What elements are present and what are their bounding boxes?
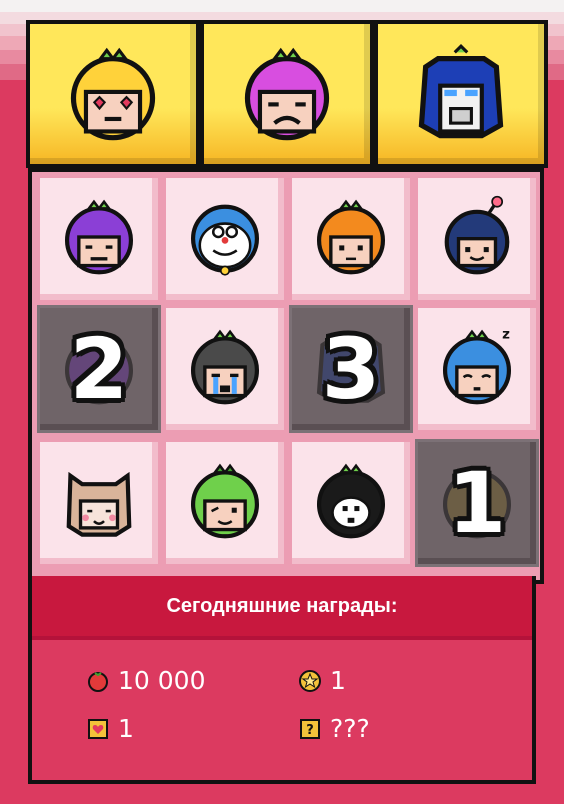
board-cell[interactable] — [166, 178, 284, 300]
reward-item: ? ??? — [298, 714, 370, 743]
board-cell-locked[interactable]: 3 — [292, 308, 410, 430]
reward-value: 10 000 — [118, 666, 206, 695]
blue-cat-robot-icon — [183, 195, 267, 283]
reward-item: 10 000 — [86, 666, 205, 695]
svg-text:?: ? — [306, 723, 314, 738]
board-cell-locked[interactable]: 2 — [40, 308, 158, 430]
board-cell[interactable] — [292, 178, 410, 300]
board-cell[interactable] — [166, 308, 284, 430]
rewards-title: Сегодняшние награды: — [166, 594, 398, 617]
mystery-box-icon: ? — [300, 718, 320, 739]
top-slot-3[interactable] — [374, 20, 548, 168]
robot-blue-helmet-icon — [409, 42, 513, 150]
heart-card-icon — [88, 718, 108, 739]
reward-value: 1 — [330, 666, 346, 695]
board-cell[interactable] — [292, 442, 410, 564]
board-cell[interactable] — [418, 178, 536, 300]
reward-value: 1 — [118, 714, 134, 743]
top-slot-2[interactable] — [200, 20, 374, 168]
board-cell[interactable] — [166, 442, 284, 564]
character-board: 2 3 z 1 — [28, 168, 544, 584]
board-cell[interactable]: z — [418, 308, 536, 430]
rewards-header: Сегодняшние награды: — [32, 576, 532, 636]
rank-number: 1 — [447, 454, 507, 552]
reward-item: 1 — [86, 714, 134, 743]
purple-helmet-icon — [57, 195, 141, 283]
yellow-helmet-heart-eyes-icon — [61, 42, 165, 150]
green-helmet-icon — [183, 459, 267, 547]
rank-number: 3 — [321, 320, 381, 418]
svg-text:z: z — [502, 327, 510, 342]
board-cell[interactable] — [40, 442, 158, 564]
tomato-coin-icon — [88, 671, 108, 692]
rank-number: 2 — [69, 320, 129, 418]
reward-item: 1 — [298, 666, 346, 695]
purple-helmet-grumpy-icon — [235, 42, 339, 150]
dark-helmet-crying-icon — [183, 325, 267, 413]
blue-helmet-sleeping-icon: z — [435, 325, 519, 413]
board-cell[interactable] — [40, 178, 158, 300]
daily-rewards-panel: Сегодняшние награды: 10 000 1 1 ? ??? — [28, 576, 536, 784]
bomb-navy-icon — [435, 195, 519, 283]
top-slot-1[interactable] — [26, 20, 200, 168]
cat-ears-beige-icon — [57, 459, 141, 547]
orange-helmet-icon — [309, 195, 393, 283]
board-cell-locked[interactable]: 1 — [418, 442, 536, 564]
star-coin-icon — [299, 669, 321, 692]
black-helmet-white-face-icon — [309, 459, 393, 547]
reward-value: ??? — [330, 714, 370, 743]
